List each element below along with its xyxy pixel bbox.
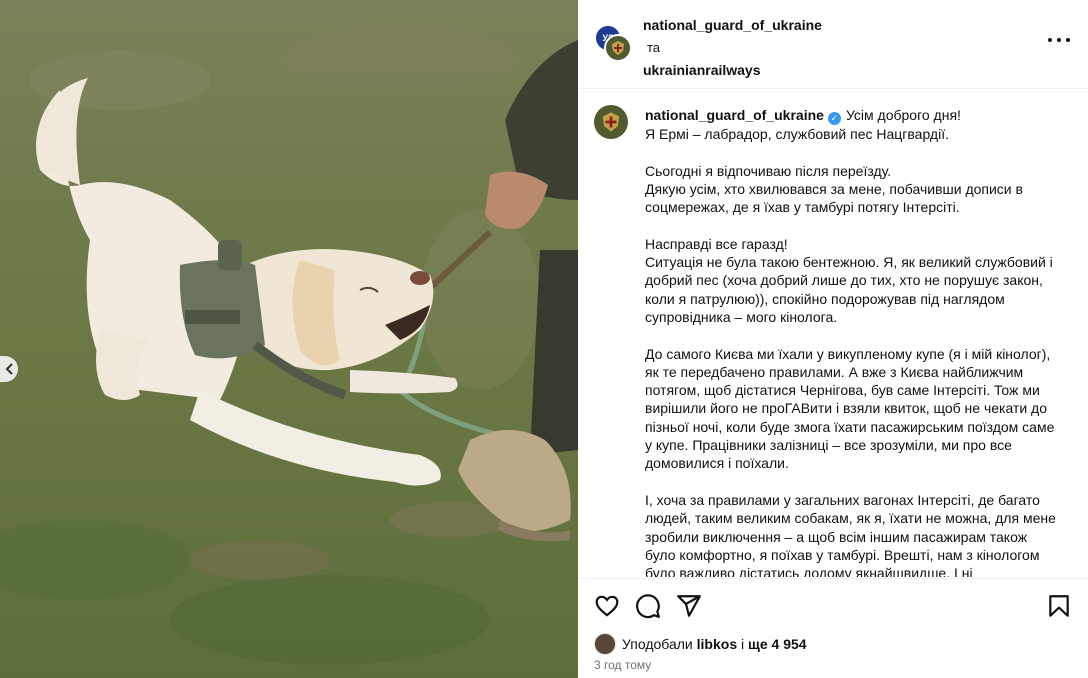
- post-timestamp[interactable]: 3 год тому: [594, 658, 651, 672]
- caption-line: Насправді все гаразд!: [645, 235, 788, 252]
- more-options-button[interactable]: [1048, 34, 1070, 46]
- caption-text: national_guard_of_ukraine ✓ Усім доброго д…: [645, 106, 1061, 577]
- more-dot-icon: [1057, 38, 1061, 42]
- emblem-icon: [602, 112, 620, 132]
- liker-avatar[interactable]: [594, 633, 616, 655]
- chevron-left-icon: [5, 363, 13, 375]
- heart-icon[interactable]: [594, 593, 620, 619]
- share-icon[interactable]: [676, 593, 702, 619]
- emblem-icon: [612, 41, 624, 55]
- caption-scroll-area[interactable]: national_guard_of_ukraine ✓ Усім доброго д…: [578, 89, 1088, 577]
- avatar-national-guard[interactable]: [604, 34, 632, 62]
- post-header: УЗ national_guard_of_ukraine та ukrainia…: [578, 0, 1088, 89]
- likes-summary[interactable]: Уподобали libkos і ще 4 954: [594, 632, 807, 656]
- likes-count[interactable]: ще 4 954: [748, 636, 807, 652]
- bookmark-icon[interactable]: [1046, 593, 1072, 619]
- liker-username[interactable]: libkos: [697, 636, 737, 652]
- caption-paragraph: До самого Києва ми їхали у викупленому к…: [645, 345, 1055, 472]
- caption-username[interactable]: national_guard_of_ukraine: [645, 107, 824, 123]
- author-link-ukrainianrailways[interactable]: ukrainianrailways: [643, 62, 761, 78]
- more-dot-icon: [1048, 38, 1052, 42]
- post-photo[interactable]: [0, 0, 578, 678]
- caption-avatar[interactable]: [594, 105, 628, 139]
- more-dot-icon: [1066, 38, 1070, 42]
- dog-photo-illustration: [0, 0, 578, 678]
- caption-line: Усім доброго дня!: [845, 107, 961, 123]
- post-side-panel: УЗ national_guard_of_ukraine та ukrainia…: [578, 0, 1088, 678]
- post-authors: national_guard_of_ukraine та ukrainianra…: [643, 14, 822, 81]
- caption-line: Сьогодні я відпочиваю після переїзду.: [645, 162, 892, 179]
- comment-icon[interactable]: [635, 593, 661, 619]
- caption-paragraph: І, хоча за правилами у загальних вагонах…: [645, 491, 1056, 577]
- verified-badge-icon: ✓: [827, 112, 841, 125]
- collab-avatars[interactable]: УЗ: [594, 24, 632, 62]
- author-link-national-guard[interactable]: national_guard_of_ukraine: [643, 17, 822, 33]
- likes-prefix: Уподобали: [622, 636, 693, 652]
- authors-conjunction: та: [647, 40, 661, 55]
- post-actions: [578, 578, 1088, 631]
- likes-conjunction: і: [741, 636, 745, 652]
- caption-line: Ситуація не була такою бентежною. Я, як …: [645, 254, 1053, 325]
- caption-line: Дякую усім, хто хвилювався за мене, поба…: [645, 180, 1023, 216]
- caption-line: Я Ермі – лабрадор, службовий пес Нацгвар…: [645, 126, 949, 142]
